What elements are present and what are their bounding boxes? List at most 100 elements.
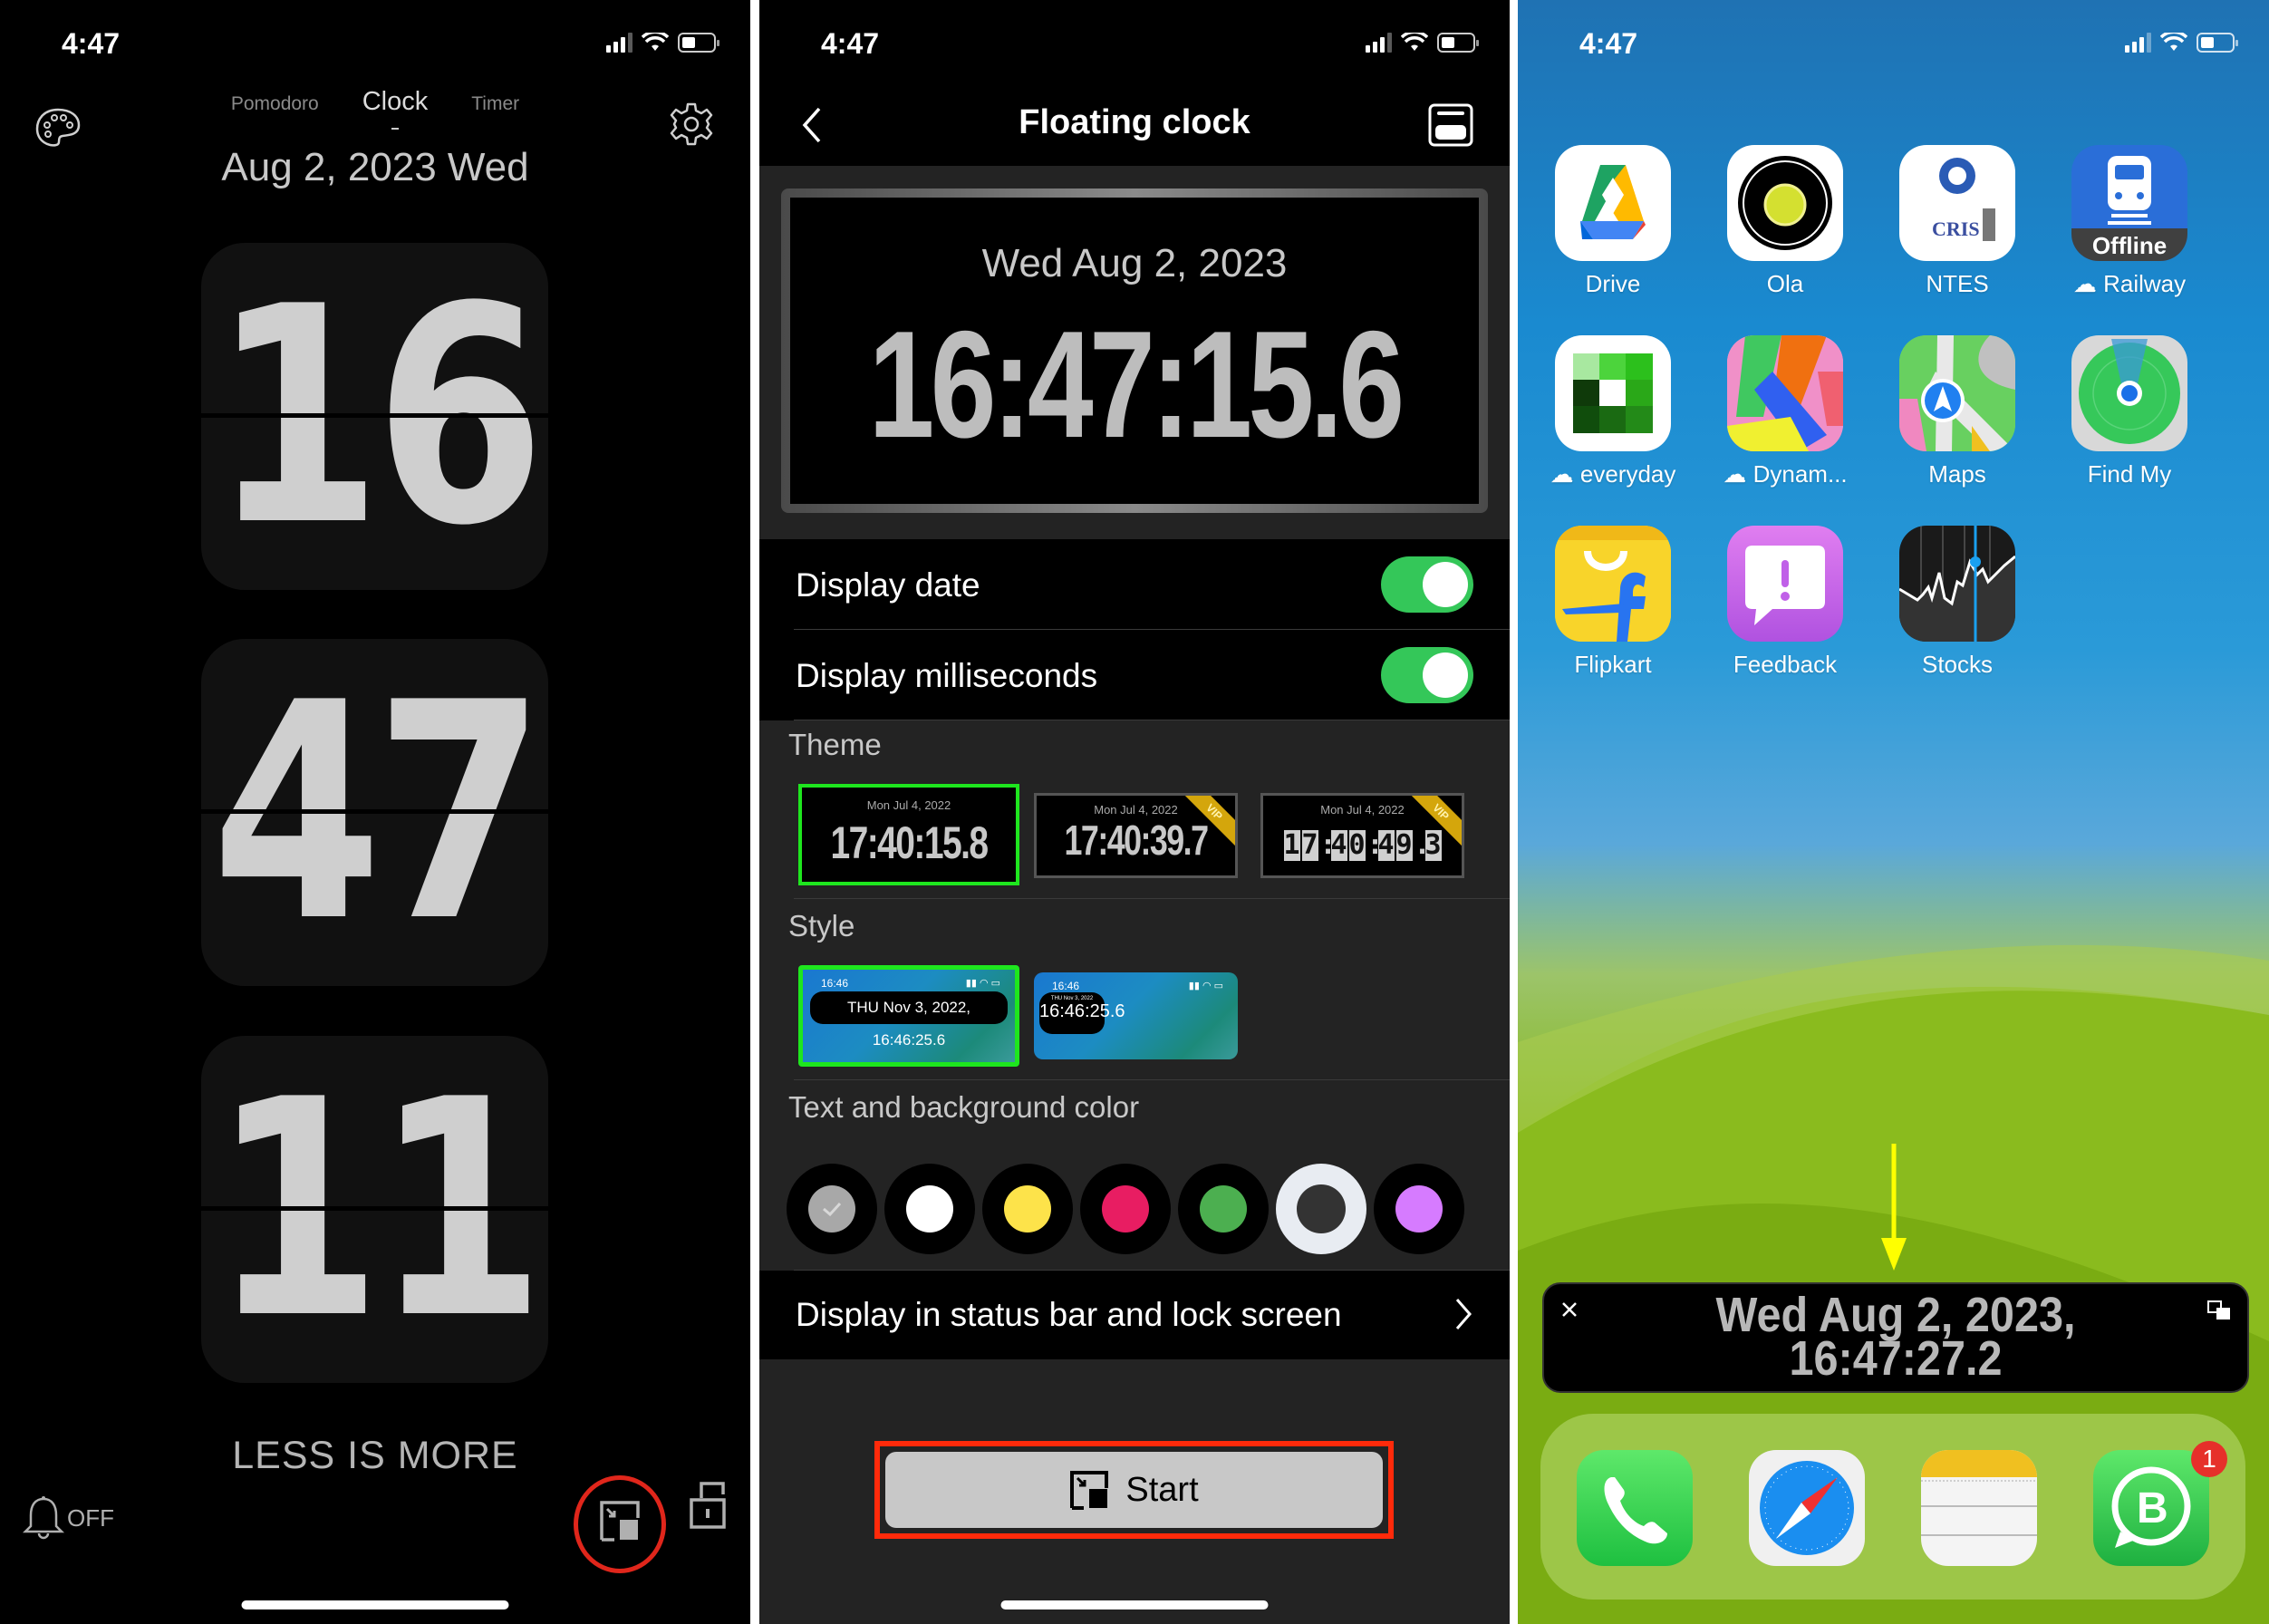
style-option-2[interactable]: 16:46 ▮▮ ◠ ▭ THU Nov 3, 2022 16:46:25.6 — [1034, 972, 1238, 1059]
gear-icon[interactable] — [669, 102, 714, 147]
close-icon[interactable] — [1560, 1300, 1579, 1319]
app-label: everyday — [1579, 460, 1676, 488]
color-swatch — [1200, 1185, 1247, 1232]
picture-in-picture-icon[interactable] — [598, 1500, 642, 1542]
clock-app-screen: 4:47 Pomodoro Clock Timer Aug 2, 2023 We… — [0, 0, 750, 1624]
dock-phone[interactable] — [1577, 1450, 1693, 1566]
whatsapp-business-icon: B — [2111, 1466, 2191, 1548]
color-option-gray[interactable] — [787, 1164, 877, 1254]
app-label: NTES — [1926, 270, 1989, 297]
dock: B 1 — [1540, 1414, 2245, 1600]
drive-icon — [1555, 145, 1671, 261]
svg-text:B: B — [2137, 1484, 2168, 1532]
wifi-icon — [642, 33, 669, 51]
tab-clock[interactable]: Clock — [362, 87, 429, 117]
unlock-icon[interactable] — [689, 1480, 727, 1531]
display-date-label: Display date — [796, 566, 980, 604]
floating-clock-window[interactable]: Wed Aug 2, 2023, 16:47:27.2 — [1542, 1282, 2249, 1393]
theme-option-3[interactable]: Mon Jul 4, 2022 17:40:49.3 VIP — [1260, 793, 1464, 878]
stocks-icon — [1899, 526, 2015, 642]
flip-card-minutes: 47 — [201, 639, 548, 986]
home-screen: 4:47 Drive Ola CRIS NTES Offline ☁ Railw… — [1518, 0, 2269, 1624]
theme-time: 17:40:15.8 — [830, 817, 989, 868]
checkmark-icon — [823, 1202, 842, 1217]
app-label: Drive — [1585, 270, 1641, 297]
color-option-dark[interactable] — [1276, 1164, 1366, 1254]
dynamic-icon — [1727, 335, 1843, 451]
alarm-toggle[interactable]: OFF — [22, 1495, 114, 1541]
app-ola[interactable]: Ola — [1717, 145, 1853, 298]
app-label: Railway — [2103, 270, 2187, 297]
cris-text: CRIS — [1932, 218, 1980, 240]
floating-clock-text: Wed Aug 2, 2023, 16:47:27.2 — [1579, 1288, 2212, 1386]
app-feedback[interactable]: Feedback — [1717, 526, 1853, 679]
wifi-icon — [1401, 33, 1428, 51]
preview-time: 16:47:15.6 — [868, 299, 1405, 469]
clock-preview: Wed Aug 2, 2023 16:47:15.6 — [781, 188, 1488, 513]
theme-option-1[interactable]: Mon Jul 4, 2022 17:40:15.8 — [798, 784, 1019, 885]
start-label: Start — [1125, 1470, 1199, 1509]
app-ntes[interactable]: CRIS NTES — [1889, 145, 2025, 298]
preview-date: Wed Aug 2, 2023 — [981, 241, 1288, 285]
app-flipkart[interactable]: Flipkart — [1545, 526, 1681, 679]
app-stocks[interactable]: Stocks — [1889, 526, 2025, 679]
style-label: Style — [788, 909, 855, 942]
alarm-status: OFF — [67, 1503, 114, 1532]
app-label: Stocks — [1921, 651, 1994, 678]
app-label: Find My — [2087, 460, 2172, 488]
home-indicator[interactable] — [1000, 1600, 1269, 1610]
app-railway[interactable]: Offline ☁ Railway — [2061, 145, 2197, 298]
status-time: 4:47 — [62, 27, 121, 60]
cellular-signal-icon — [2125, 33, 2151, 53]
dock-whatsapp-business[interactable]: B — [2093, 1450, 2209, 1566]
status-icons — [1366, 33, 1479, 53]
theme-option-2[interactable]: Mon Jul 4, 2022 17:40:39.7 VIP — [1034, 793, 1238, 878]
display-date-toggle[interactable] — [1381, 556, 1473, 613]
color-swatch — [1102, 1185, 1149, 1232]
maps-icon — [1899, 335, 2015, 451]
page-title: Floating clock — [1019, 103, 1250, 141]
display-milliseconds-label: Display milliseconds — [796, 657, 1098, 694]
start-highlight: Start — [874, 1441, 1394, 1539]
app-maps[interactable]: Maps — [1889, 335, 2025, 488]
app-dynamic[interactable]: ☁ Dynam... — [1717, 335, 1853, 488]
color-option-violet[interactable] — [1374, 1164, 1464, 1254]
app-label-row: ☁ Dynam... — [1717, 460, 1853, 488]
status-time: 4:47 — [1579, 27, 1638, 60]
app-everyday[interactable]: ☁ everyday — [1545, 335, 1681, 488]
app-label-row: ☁ Railway — [2061, 270, 2197, 298]
color-option-green[interactable] — [1178, 1164, 1269, 1254]
layout-toggle-icon[interactable] — [1428, 103, 1473, 147]
style-status-icons: ▮▮ ◠ ▭ — [965, 978, 1000, 989]
color-option-yellow[interactable] — [982, 1164, 1073, 1254]
home-indicator[interactable] — [241, 1600, 509, 1610]
floating-clock-date: Wed Aug 2, 2023, — [1715, 1288, 2076, 1342]
battery-icon — [1437, 33, 1479, 53]
display-milliseconds-toggle[interactable] — [1381, 647, 1473, 703]
dock-notes[interactable] — [1921, 1450, 2037, 1566]
app-label-row: ☁ everyday — [1545, 460, 1681, 488]
color-option-white[interactable] — [884, 1164, 975, 1254]
dock-safari[interactable] — [1749, 1450, 1865, 1566]
app-label: Flipkart — [1574, 651, 1652, 678]
app-drive[interactable]: Drive — [1545, 145, 1681, 298]
tab-pomodoro[interactable]: Pomodoro — [231, 93, 319, 115]
wifi-icon — [2160, 33, 2187, 51]
theme-time: 17:40:39.7 — [1064, 817, 1210, 864]
floating-clock-time: 16:47:27.2 — [1789, 1331, 2003, 1386]
display-date-row: Display date — [759, 539, 1510, 630]
style-option-1[interactable]: 16:46 ▮▮ ◠ ▭ THU Nov 3, 2022, 16:46:25.6 — [798, 965, 1019, 1067]
app-find-my[interactable]: Find My — [2061, 335, 2197, 488]
display-status-bar-label: Display in status bar and lock screen — [796, 1296, 1342, 1333]
feedback-icon — [1727, 526, 1843, 642]
display-status-bar-row[interactable]: Display in status bar and lock screen — [759, 1271, 1510, 1359]
color-option-pink[interactable] — [1080, 1164, 1171, 1254]
flip-divider — [201, 809, 548, 814]
theme-date: Mon Jul 4, 2022 — [866, 798, 951, 812]
offline-text: Offline — [2091, 232, 2168, 259]
battery-icon — [2197, 33, 2238, 53]
theme-flip-time: 17:40:49.3 — [1283, 829, 1442, 861]
tab-timer[interactable]: Timer — [471, 93, 519, 115]
cloud-download-icon: ☁ — [1723, 460, 1753, 488]
start-button[interactable]: Start — [885, 1452, 1383, 1528]
